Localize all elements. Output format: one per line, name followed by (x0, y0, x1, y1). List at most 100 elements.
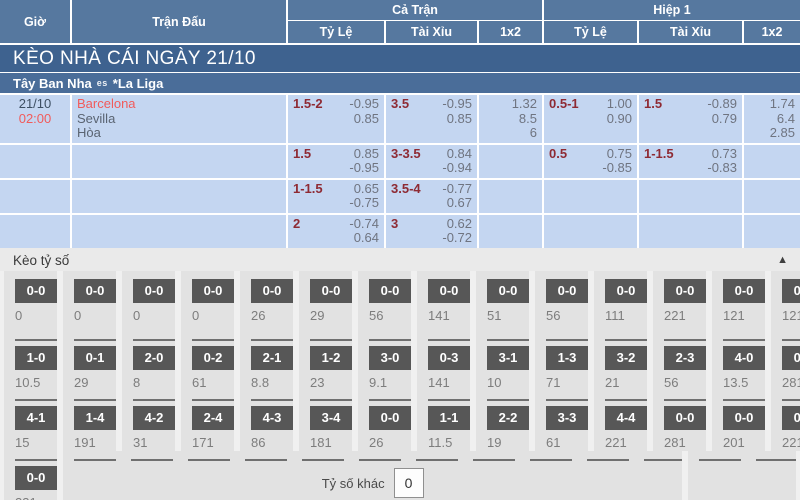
score-button[interactable]: 0-0 (369, 406, 411, 430)
score-button[interactable]: 0-0 (782, 279, 800, 303)
h1-handicap-cell[interactable]: 0.5-11.000.90 (544, 95, 637, 143)
score-button[interactable]: 0-0 (251, 279, 293, 303)
odds-value[interactable]: -0.74 (349, 217, 379, 232)
score-button[interactable]: 4-3 (251, 406, 293, 430)
handicap-line: 1-1.5 (293, 182, 323, 211)
odds-value[interactable]: 0.85 (354, 147, 379, 162)
odds-value[interactable]: -0.95 (349, 161, 379, 176)
odds-value[interactable]: 2.85 (770, 126, 795, 141)
score-button[interactable]: 2-1 (251, 346, 293, 370)
odds-value[interactable]: -0.95 (349, 97, 379, 112)
score-odds: 191 (74, 435, 116, 450)
odds-value[interactable]: 1.32 (512, 97, 537, 112)
score-button[interactable]: 0-0 (369, 279, 411, 303)
odds-value[interactable]: -0.85 (602, 161, 632, 176)
score-cell-inner: 4-115 (15, 399, 57, 450)
score-button[interactable]: 4-1 (15, 406, 57, 430)
odds-value[interactable]: 0.64 (354, 231, 379, 246)
score-button[interactable]: 3-0 (369, 346, 411, 370)
score-button[interactable]: 0-0 (664, 279, 706, 303)
score-button[interactable]: 1-3 (546, 346, 588, 370)
h1-overunder-cell[interactable]: 1.5-0.890.79 (639, 95, 742, 143)
home-team[interactable]: Barcelona (77, 97, 281, 112)
score-button[interactable]: 0-4 (782, 346, 800, 370)
score-button[interactable]: 0-0 (133, 279, 175, 303)
odds-value[interactable]: 0.65 (354, 182, 379, 197)
score-button[interactable]: 3-4 (310, 406, 352, 430)
score-button[interactable]: 0-0 (723, 406, 765, 430)
odds-value[interactable]: 1.74 (770, 97, 795, 112)
h1-1x2-cell[interactable]: 1.746.42.85 (744, 95, 800, 143)
odds-value[interactable]: -0.77 (442, 182, 472, 197)
odds-value[interactable]: 0.75 (607, 147, 632, 162)
odds-value[interactable]: 0.79 (712, 112, 737, 127)
score-button[interactable]: 4-0 (723, 346, 765, 370)
score-button[interactable]: 1-1 (428, 406, 470, 430)
ft-handicap-cell[interactable]: 1-1.5 0.65-0.75 (288, 180, 384, 213)
score-button[interactable]: 0-0 (546, 279, 588, 303)
score-button[interactable]: 0-0 (15, 279, 57, 303)
score-button[interactable]: 3-3 (546, 406, 588, 430)
score-button[interactable]: 2-4 (192, 406, 234, 430)
score-button[interactable]: 0-2 (192, 346, 234, 370)
ft-handicap-cell[interactable]: 2-0.740.64 (288, 215, 384, 248)
score-button[interactable]: 0-0 (605, 279, 647, 303)
odds-value[interactable]: 6.4 (777, 112, 795, 127)
ft-overunder-cell[interactable]: 30.62-0.72 (386, 215, 477, 248)
odds-value[interactable]: 8.5 (519, 112, 537, 127)
score-button[interactable]: 0-0 (664, 406, 706, 430)
score-button[interactable]: 0-0 (782, 406, 800, 430)
score-button[interactable]: 0-0 (74, 279, 116, 303)
odds-value[interactable]: 0.62 (447, 217, 472, 232)
odds-value[interactable]: -0.94 (442, 161, 472, 176)
odds-value[interactable]: 0.84 (447, 147, 472, 162)
ft-handicap-cell[interactable]: 1.50.85-0.95 (288, 145, 384, 178)
away-team[interactable]: Sevilla (77, 112, 281, 127)
ft-handicap-cell[interactable]: 1.5-2-0.950.85 (288, 95, 384, 143)
odds-value[interactable]: 6 (530, 126, 537, 141)
score-button[interactable]: 0-0 (487, 279, 529, 303)
score-button[interactable]: 2-0 (133, 346, 175, 370)
score-button[interactable]: 0-1 (74, 346, 116, 370)
h1-1x2-cell (744, 180, 800, 213)
score-button[interactable]: 0-0 (192, 279, 234, 303)
score-cell-inner: 0-129 (74, 339, 116, 390)
score-button[interactable]: 3-1 (487, 346, 529, 370)
score-button[interactable]: 1-0 (15, 346, 57, 370)
score-button[interactable]: 1-4 (74, 406, 116, 430)
draw-label[interactable]: Hòa (77, 126, 281, 141)
score-button[interactable]: 0-0 (15, 466, 57, 490)
other-score-input[interactable]: 0 (394, 468, 424, 498)
ft-overunder-cell[interactable]: 3-3.50.84-0.94 (386, 145, 477, 178)
odds-value[interactable]: 0.67 (447, 196, 472, 211)
collapse-arrow-icon[interactable]: ▲ (777, 254, 788, 266)
odds-value[interactable]: -0.72 (442, 231, 472, 246)
odds-value[interactable]: -0.83 (707, 161, 737, 176)
odds-value[interactable]: 0.85 (447, 112, 472, 127)
score-button[interactable]: 4-4 (605, 406, 647, 430)
score-cell-inner: 2-08 (133, 339, 175, 390)
odds-value[interactable]: 1.00 (607, 97, 632, 112)
score-button[interactable]: 3-2 (605, 346, 647, 370)
odds-value[interactable]: -0.75 (349, 196, 379, 211)
score-button[interactable]: 0-0 (428, 279, 470, 303)
h1-overunder-cell[interactable]: 1-1.50.73-0.83 (639, 145, 742, 178)
score-button[interactable]: 2-3 (664, 346, 706, 370)
odds-value[interactable]: -0.89 (707, 97, 737, 112)
score-button[interactable]: 0-3 (428, 346, 470, 370)
ft-overunder-cell[interactable]: 3.5-0.950.85 (386, 95, 477, 143)
odds-value[interactable]: 0.73 (712, 147, 737, 162)
score-button[interactable]: 1-2 (310, 346, 352, 370)
odds-value[interactable]: 0.85 (354, 112, 379, 127)
ft-1x2-cell[interactable]: 1.328.56 (479, 95, 542, 143)
score-button[interactable]: 0-0 (310, 279, 352, 303)
score-cell-inner: 4-231 (133, 399, 175, 450)
score-button[interactable]: 4-2 (133, 406, 175, 430)
score-cell: 0-0221 (653, 271, 706, 331)
ft-overunder-cell[interactable]: 3.5-4-0.770.67 (386, 180, 477, 213)
odds-value[interactable]: -0.95 (442, 97, 472, 112)
odds-value[interactable]: 0.90 (607, 112, 632, 127)
score-button[interactable]: 2-2 (487, 406, 529, 430)
score-button[interactable]: 0-0 (723, 279, 765, 303)
h1-handicap-cell[interactable]: 0.50.75-0.85 (544, 145, 637, 178)
